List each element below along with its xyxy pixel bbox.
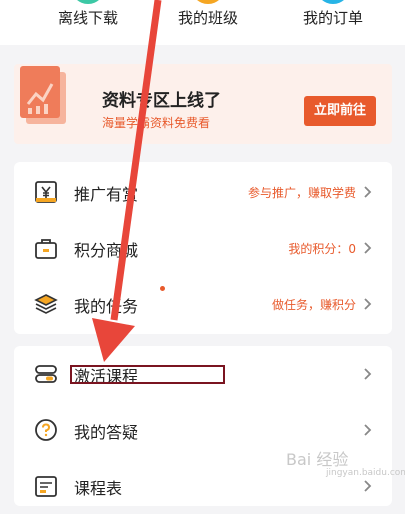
quick-item-label: 我的订单 — [302, 9, 363, 27]
quick-item-label: 我的班级 — [177, 9, 238, 27]
menu-row-promotion-rewards[interactable]: 推广有赏 参与推广，赚取学费 — [14, 164, 392, 220]
banner-subtitle: 海量学霸资料免费看 — [102, 116, 211, 130]
row-hint: 参与推广，赚取学费 — [247, 186, 356, 200]
resource-banner[interactable]: 资料专区上线了 海量学霸资料免费看 立即前往 — [14, 64, 392, 144]
chevron-right-icon — [364, 368, 372, 380]
watermark-sub: jingyan.baidu.com — [326, 468, 405, 478]
chevron-right-icon — [364, 186, 372, 198]
banner-title: 资料专区上线了 — [102, 91, 221, 111]
chevron-right-icon — [364, 242, 372, 254]
quick-access-row: 离线下载 我的班级 我的订单 — [0, 0, 405, 45]
quick-item-my-orders[interactable]: 我的订单 — [273, 0, 393, 45]
chevron-right-icon — [364, 424, 372, 436]
row-label: 积分商城 — [74, 241, 139, 260]
quick-item-offline-download[interactable]: 离线下载 — [28, 0, 148, 45]
question-bubble-icon — [35, 419, 57, 441]
row-label: 我的任务 — [74, 297, 139, 316]
highlight-box — [70, 365, 225, 384]
chevron-right-icon — [364, 298, 372, 310]
menu-row-points-mall[interactable]: 积分商城 我的积分：0 — [14, 220, 392, 276]
row-hint: 我的积分：0 — [288, 242, 356, 256]
go-now-button[interactable]: 立即前往 — [304, 96, 376, 126]
row-hint: 做任务，赚积分 — [271, 298, 356, 312]
menu-row-my-tasks[interactable]: 我的任务 做任务，赚积分 — [14, 276, 392, 332]
row-label: 我的答疑 — [74, 423, 139, 442]
activate-card-icon — [35, 365, 57, 383]
document-chart-icon — [20, 66, 66, 124]
schedule-icon — [35, 476, 57, 497]
shop-bag-icon — [35, 239, 57, 259]
row-label: 推广有赏 — [74, 185, 139, 204]
download-icon — [71, 0, 105, 4]
class-icon — [191, 0, 225, 4]
watermark-text: Bai 经验 — [286, 450, 349, 469]
menu-card-rewards: 推广有赏 参与推广，赚取学费 积分商城 我的积分：0 我的任务 做任务，赚积分 — [14, 162, 392, 334]
quick-item-label: 离线下载 — [57, 9, 118, 27]
stack-layers-icon — [34, 294, 58, 314]
baidu-watermark: Bai 经验 jingyan.baidu.com — [286, 446, 405, 478]
orders-icon — [316, 0, 350, 4]
yen-icon — [35, 181, 57, 203]
quick-item-my-class[interactable]: 我的班级 — [148, 0, 268, 45]
notification-dot — [160, 286, 165, 291]
row-label: 课程表 — [74, 479, 123, 498]
